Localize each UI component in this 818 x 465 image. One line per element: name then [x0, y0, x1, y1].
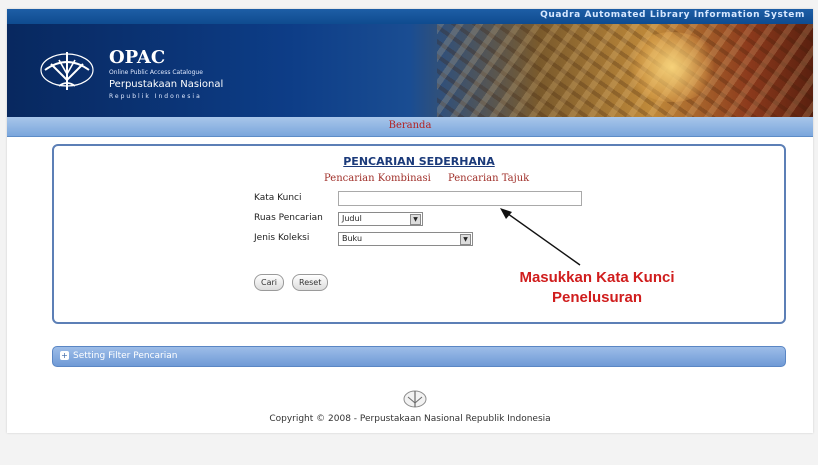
annotation-line-2: Penelusuran — [551, 289, 643, 306]
annotation-line-1: Masukkan Kata Kunci — [519, 269, 675, 286]
page-frame: Quadra Automated Library Information Sys… — [7, 9, 813, 433]
expand-plus-icon[interactable]: + — [60, 351, 69, 360]
filter-settings-bar[interactable]: + Setting Filter Pencarian — [52, 346, 786, 367]
copyright-text: Copyright © 2008 - Perpustakaan Nasional… — [269, 414, 551, 424]
filter-settings-label: Setting Filter Pencarian — [73, 351, 178, 361]
annotation-arrow-icon — [500, 208, 581, 266]
footer-logo-icon — [403, 390, 427, 408]
keyword-annotation: Masukkan Kata Kunci Penelusuran — [477, 268, 717, 308]
